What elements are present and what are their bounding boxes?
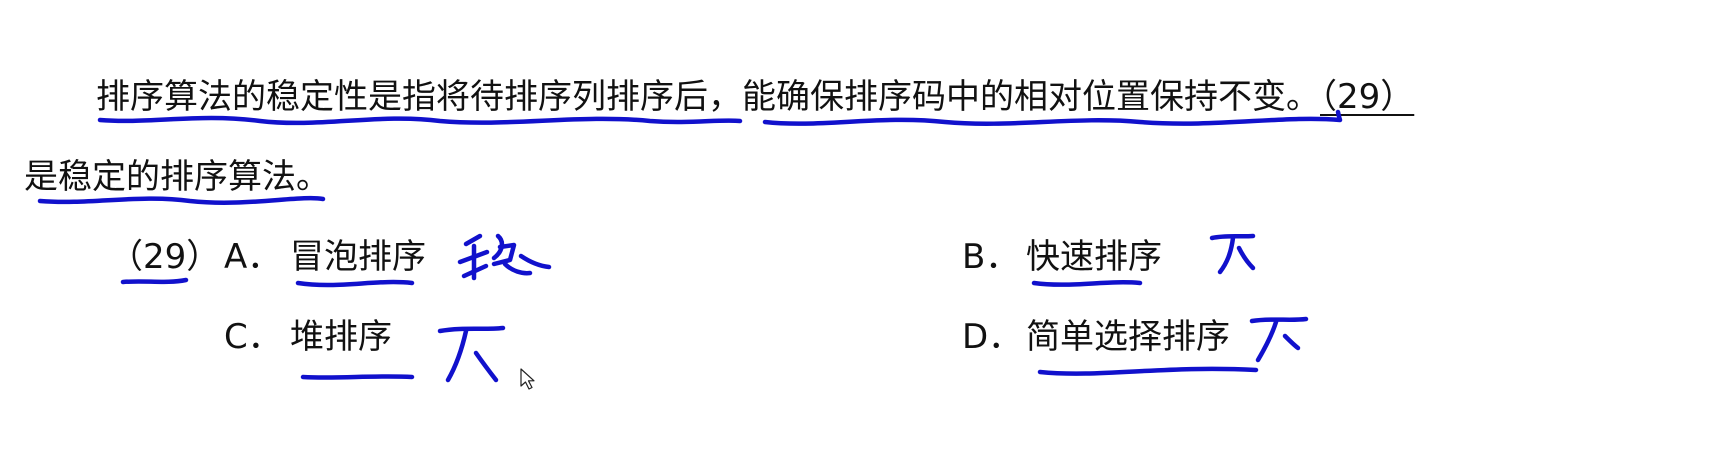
underline-option-b (1031, 280, 1143, 287)
question-line-2: 是稳定的排序算法。 (24, 157, 330, 197)
options-number: （29） (109, 237, 221, 277)
handwritten-note-d-not (1249, 316, 1309, 363)
answer-blank: （29） (1320, 77, 1415, 117)
underline-option-a (295, 279, 415, 288)
option-c-text: 堆排序 (290, 317, 392, 357)
option-a-letter: A． (224, 237, 282, 277)
option-b-text: 快速排序 (1026, 237, 1162, 277)
question-line-1-text: 排序算法的稳定性是指将待排序列排序后，能确保排序码中的相对位置保持不变。 (96, 77, 1320, 117)
question-line-1: 排序算法的稳定性是指将待排序列排序后，能确保排序码中的相对位置保持不变。（29） (96, 80, 1414, 114)
handwritten-annotations (37, 109, 1343, 383)
option-c-letter: C． (224, 317, 282, 357)
handwritten-note-c-not (437, 325, 506, 383)
underline-option-c (300, 374, 415, 380)
handwritten-note-a-stable (457, 233, 552, 281)
option-b-letter: B． (962, 237, 1020, 277)
underline-options-number (120, 277, 189, 285)
mouse-cursor-icon (520, 368, 535, 390)
option-d-letter: D． (962, 317, 1023, 357)
option-d-text: 简单选择排序 (1026, 317, 1230, 357)
underline-option-d (1037, 366, 1259, 376)
handwritten-note-b-not (1209, 233, 1256, 275)
option-a-text: 冒泡排序 (290, 237, 426, 277)
underline-line1-left (97, 115, 743, 126)
underline-line2 (37, 195, 326, 205)
